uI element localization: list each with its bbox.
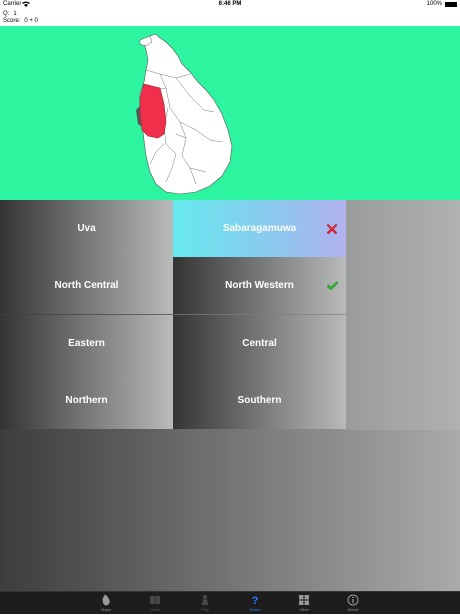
- answer-tile-north-central[interactable]: North Central: [0, 257, 173, 314]
- tab-label: Game: [249, 607, 261, 612]
- tab-maps[interactable]: Maps: [81, 592, 131, 615]
- tab-about[interactable]: About: [328, 592, 378, 615]
- tab-play[interactable]: Play: [180, 592, 230, 615]
- info-icon: [328, 594, 378, 606]
- clock: 6:46 PM: [218, 1, 242, 7]
- score-header: Q: 1 Score: 0 + 0: [0, 10, 460, 26]
- map-area: [0, 26, 460, 200]
- score-label: Score:: [3, 18, 21, 24]
- tab-label: Maps: [101, 607, 111, 612]
- score-counter: Score: 0 + 0: [3, 18, 38, 24]
- tab-label: Learn: [149, 607, 161, 612]
- map-outline-icon: [81, 594, 131, 606]
- answer-tile-southern[interactable]: Southern: [173, 372, 346, 429]
- tab-label: About: [347, 607, 359, 612]
- status-bar: Carrier 6:46 PM 100%: [0, 0, 460, 10]
- answer-tile-eastern[interactable]: Eastern: [0, 315, 173, 372]
- answer-tile-north-western[interactable]: North Western: [173, 257, 346, 314]
- answer-tile-uva[interactable]: Uva: [0, 200, 173, 257]
- answer-label: Northern: [65, 395, 108, 406]
- checkmark-icon: [326, 280, 339, 292]
- question-counter: Q: 1: [3, 11, 17, 17]
- answer-label: Central: [242, 338, 277, 349]
- pawn-icon: [180, 594, 230, 606]
- grid-icon: [279, 594, 329, 606]
- answer-tile-sabaragamuwa[interactable]: Sabaragamuwa: [173, 200, 346, 257]
- battery-icon: [445, 2, 457, 7]
- tab-label: Play: [201, 607, 209, 612]
- sri-lanka-map: [136, 33, 233, 195]
- right-panel: [345, 200, 460, 430]
- battery-percent: 100%: [426, 1, 442, 7]
- question-label: Q:: [3, 11, 10, 17]
- tab-label: Other: [298, 607, 309, 612]
- answer-label: Southern: [237, 395, 282, 406]
- cross-icon: [326, 223, 338, 235]
- tab-game[interactable]: ? Game: [230, 592, 280, 615]
- tab-bar: Maps Learn Play ? Game Other About: [0, 591, 460, 614]
- question-icon: ?: [230, 594, 280, 606]
- answer-label: Eastern: [68, 338, 105, 349]
- question-value: 1: [13, 11, 17, 17]
- answer-label: Uva: [77, 223, 96, 234]
- answer-label: North Central: [54, 280, 119, 291]
- book-icon: [130, 594, 180, 606]
- answer-tile-northern[interactable]: Northern: [0, 372, 173, 429]
- answer-label: North Western: [225, 280, 294, 291]
- answers-panel: Uva Sabaragamuwa North Central North Wes…: [0, 200, 460, 591]
- answer-label: Sabaragamuwa: [222, 223, 297, 234]
- score-value: 0 + 0: [24, 18, 38, 24]
- tab-learn[interactable]: Learn: [130, 592, 180, 615]
- tab-other[interactable]: Other: [279, 592, 329, 615]
- answer-tile-central[interactable]: Central: [173, 315, 346, 372]
- svg-text:?: ?: [252, 595, 259, 606]
